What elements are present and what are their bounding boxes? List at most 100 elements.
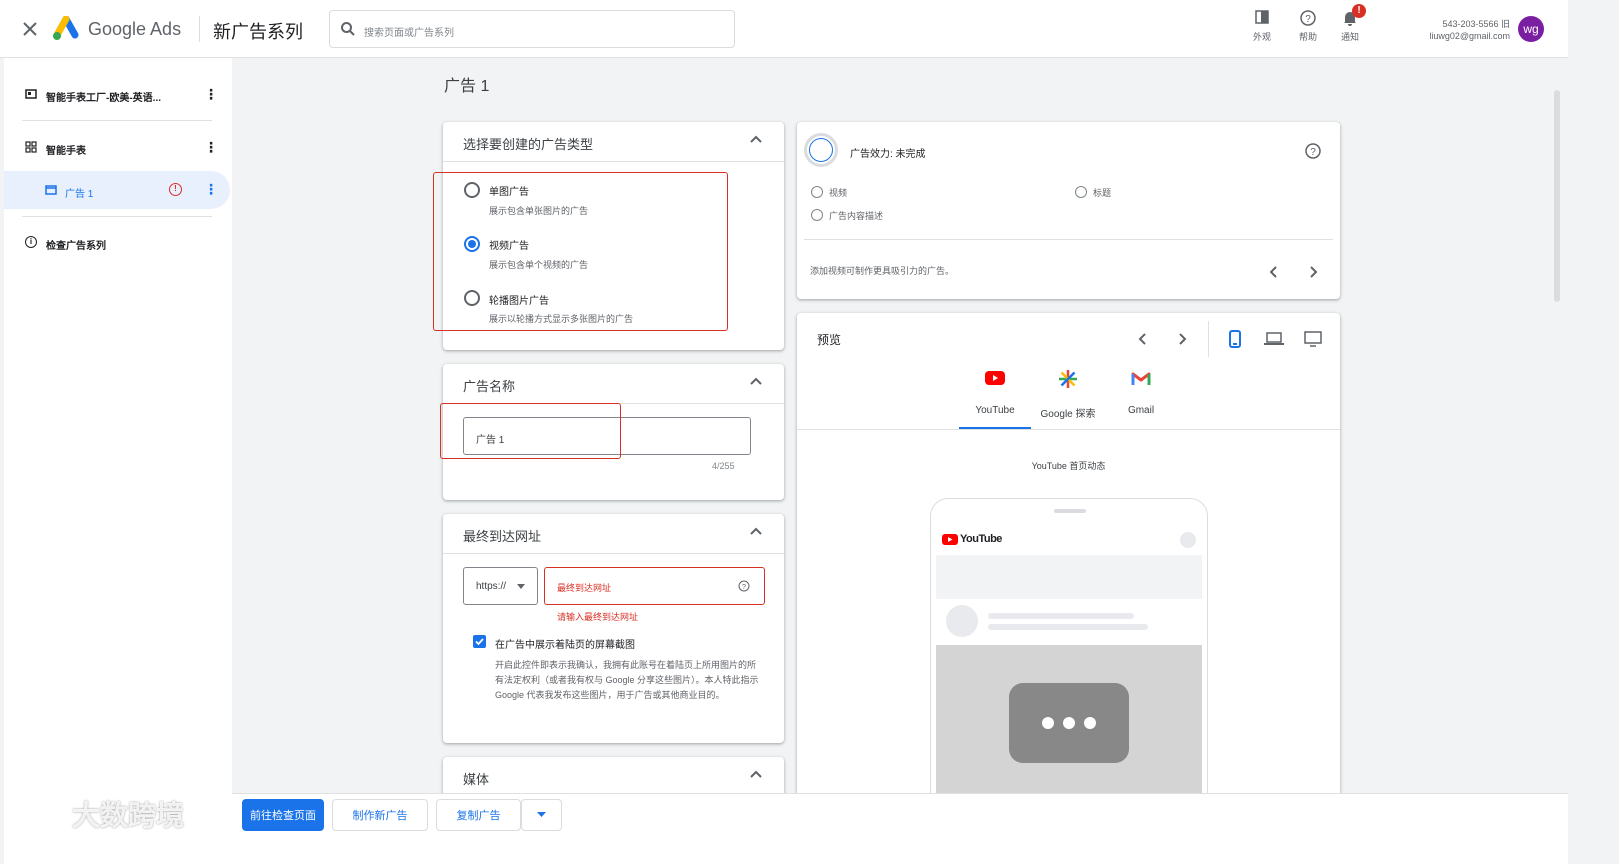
preview-title: 预览 <box>817 333 842 347</box>
ad-strength-card: 广告效力: 未完成 ? 视频 标题 广告内容描述 添加视频可制作更具吸引力的广告… <box>797 122 1340 299</box>
tabs-divider <box>797 429 1340 430</box>
app-name: Google Ads <box>88 19 182 39</box>
tab-label: YouTube <box>975 405 1015 416</box>
chevron-up-icon[interactable] <box>748 132 764 148</box>
card-header[interactable]: 最终到达网址 <box>443 514 784 554</box>
google-ads-logo-icon <box>52 15 80 42</box>
channel-avatar <box>946 605 978 637</box>
chevron-up-icon[interactable] <box>748 374 764 390</box>
help-button[interactable]: ? 帮助 <box>1294 9 1322 45</box>
loading-icon <box>1009 683 1129 763</box>
ad-type-title: 选择要创建的广告类型 <box>463 137 594 152</box>
sidebar-review-label: 检查广告系列 <box>46 241 106 252</box>
preview-subtitle: YouTube 首页动态 <box>1031 461 1106 471</box>
sidebar-item-review[interactable]: i 检查广告系列 <box>4 228 232 258</box>
notification-badge: ! <box>1352 4 1366 18</box>
sidebar-divider <box>22 216 212 217</box>
appearance-icon <box>1255 10 1269 24</box>
desktop-icon[interactable] <box>1304 331 1322 347</box>
tab-gmail[interactable]: Gmail <box>1105 365 1177 429</box>
copy-ad-dropdown[interactable] <box>521 799 562 831</box>
dropdown-arrow-icon <box>537 812 546 817</box>
chevron-up-icon[interactable] <box>748 767 764 783</box>
sidebar-item-ad[interactable]: 广告 1 ! ⋮ <box>4 171 230 209</box>
sidebar-item-campaign[interactable]: 智能手表工厂-欧美-英语... ⋮ <box>4 80 232 110</box>
help-icon[interactable]: ? <box>738 580 750 592</box>
phone-screen: YouTube <box>936 525 1202 793</box>
yt-feed-card <box>936 599 1202 645</box>
chevron-right-icon[interactable] <box>1306 265 1320 279</box>
status-circle-icon <box>811 186 823 198</box>
more-vert-icon[interactable]: ⋮ <box>204 182 218 196</box>
help-icon: ? <box>1300 10 1316 26</box>
tab-label: Google 探索 <box>1040 409 1096 420</box>
yt-app-bar: YouTube <box>936 525 1202 555</box>
avatar[interactable]: wg <box>1518 16 1544 42</box>
copy-ad-button[interactable]: 复制广告 <box>436 799 521 831</box>
notifications-label: 通知 <box>1340 32 1359 42</box>
tab-discover[interactable]: Google 探索 <box>1031 365 1105 429</box>
chevron-left-icon[interactable] <box>1267 265 1281 279</box>
ad-name-title: 广告名称 <box>463 379 516 394</box>
grid-icon <box>25 141 37 153</box>
skeleton-line <box>988 613 1134 619</box>
notifications-button[interactable]: 通知 ! <box>1336 4 1366 45</box>
search-icon <box>340 21 356 42</box>
youtube-icon <box>942 534 958 545</box>
discover-star-icon <box>1059 370 1077 388</box>
new-ad-button[interactable]: 制作新广告 <box>332 799 428 831</box>
campaign-icon <box>25 89 37 99</box>
final-url-input[interactable]: 最终到达网址 ? <box>544 567 765 605</box>
checkbox-label: 在广告中展示着陆页的屏幕截图 <box>495 640 635 651</box>
ad-title: 广告 1 <box>444 78 490 95</box>
annotation-box <box>440 403 621 459</box>
status-circle-icon <box>1075 186 1087 198</box>
more-vert-icon[interactable]: ⋮ <box>204 140 218 154</box>
account-id: 543-203-5566 旧 <box>1442 19 1510 29</box>
help-label: 帮助 <box>1298 32 1317 42</box>
scrollbar[interactable] <box>1554 90 1560 302</box>
media-title: 媒体 <box>463 772 490 787</box>
card-header[interactable]: 广告名称 <box>443 364 784 404</box>
sidebar-campaign-label: 智能手表工厂-欧美-英语... <box>46 93 161 104</box>
card-divider <box>804 239 1333 240</box>
sidebar-divider <box>22 120 212 121</box>
sidebar-item-adgroup[interactable]: 智能手表 ⋮ <box>4 133 232 163</box>
chevron-up-icon[interactable] <box>748 524 764 540</box>
strength-item: 标题 <box>1093 188 1112 198</box>
help-icon[interactable]: ? <box>1304 142 1322 160</box>
strength-tip: 添加视频可制作更具吸引力的广告。 <box>810 266 955 276</box>
final-url-placeholder: 最终到达网址 <box>557 583 612 593</box>
account-email: liuwg02@gmail.com <box>1429 31 1510 41</box>
chevron-left-icon[interactable] <box>1136 332 1150 346</box>
preview-card: 预览 YouTube Google 探索 Gmail YouTube 首页动态 … <box>797 313 1340 793</box>
youtube-icon <box>985 371 1005 385</box>
more-vert-icon[interactable]: ⋮ <box>204 87 218 101</box>
svg-text:?: ? <box>1305 14 1311 25</box>
strength-title: 广告效力: 未完成 <box>850 149 926 160</box>
appearance-button[interactable]: 外观 <box>1248 9 1276 45</box>
mobile-icon[interactable] <box>1229 330 1241 348</box>
protocol-value: https:// <box>476 581 507 592</box>
skeleton-line <box>988 624 1148 630</box>
go-review-button[interactable]: 前往检查页面 <box>242 799 324 831</box>
screenshot-checkbox[interactable] <box>473 635 486 648</box>
strength-item: 视频 <box>829 188 848 198</box>
status-circle-icon <box>811 209 823 221</box>
chevron-right-icon[interactable] <box>1175 332 1189 346</box>
char-counter: 4/255 <box>712 461 735 471</box>
watermark-text: 大数跨境 <box>72 800 185 831</box>
protocol-select[interactable]: https:// <box>463 567 538 605</box>
tab-youtube[interactable]: YouTube <box>959 365 1031 429</box>
annotation-box <box>433 172 728 331</box>
laptop-icon[interactable] <box>1264 332 1284 346</box>
search-box[interactable]: 搜索页面或广告系列 <box>329 10 735 48</box>
search-input[interactable]: 搜索页面或广告系列 <box>364 24 454 39</box>
close-icon[interactable] <box>21 20 39 38</box>
youtube-wordmark: YouTube <box>960 533 1002 545</box>
error-icon: ! <box>169 183 182 196</box>
final-url-title: 最终到达网址 <box>463 529 542 544</box>
toolbar-divider <box>1208 321 1209 357</box>
video-thumbnail <box>936 645 1202 793</box>
card-header[interactable]: 选择要创建的广告类型 <box>443 122 784 162</box>
